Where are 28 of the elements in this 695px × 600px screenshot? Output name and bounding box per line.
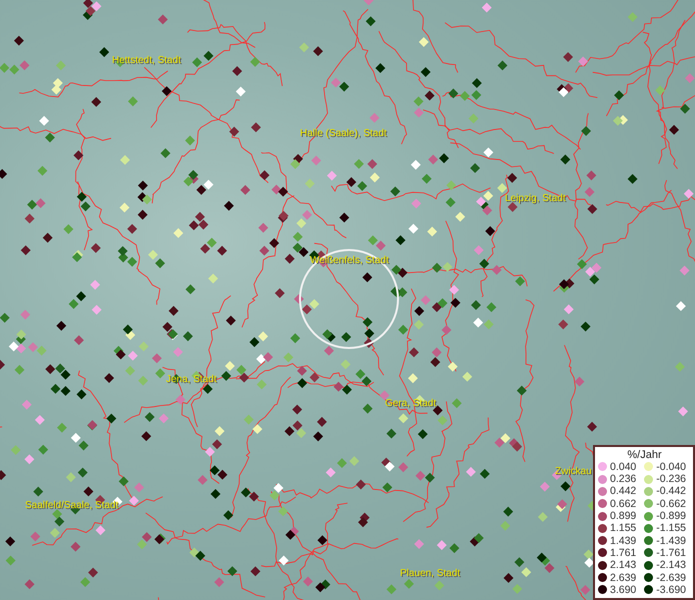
legend-value: -0.040 [656,460,686,473]
legend-value: 0.899 [610,510,636,522]
legend-value: -3.690 [656,584,686,596]
city-label: Plauen, Stadt [400,568,460,579]
legend-title: %/Jahr [626,448,663,461]
legend-value: -0.442 [656,485,686,498]
legend-value: 1.439 [610,534,636,547]
legend-value: 1.761 [610,546,636,559]
legend-value: 0.040 [610,460,636,473]
legend-value: 3.690 [610,584,636,596]
legend-value: -1.761 [656,546,686,559]
city-label: Leipzig, Stadt [505,193,566,204]
legend-value: -1.439 [656,534,686,547]
legend-value: 0.662 [610,498,636,510]
legend-value: -2.143 [656,559,686,572]
legend-value: 1.155 [610,522,636,534]
legend-value: 0.442 [610,485,636,498]
legend-value: -1.155 [656,522,686,534]
legend-value: 2.143 [610,559,636,572]
legend-value: -0.662 [656,498,686,510]
city-label: Weißenfels, Stadt [310,255,389,266]
city-label: Saalfeld/Saale, Stadt [25,500,118,511]
legend-value: -2.639 [656,572,686,584]
legend-value: -0.236 [656,473,686,486]
legend-value: -0.899 [656,510,686,522]
selection-circle[interactable] [299,249,399,349]
legend-value: 2.639 [610,572,636,584]
legend-value: 0.236 [610,473,636,486]
